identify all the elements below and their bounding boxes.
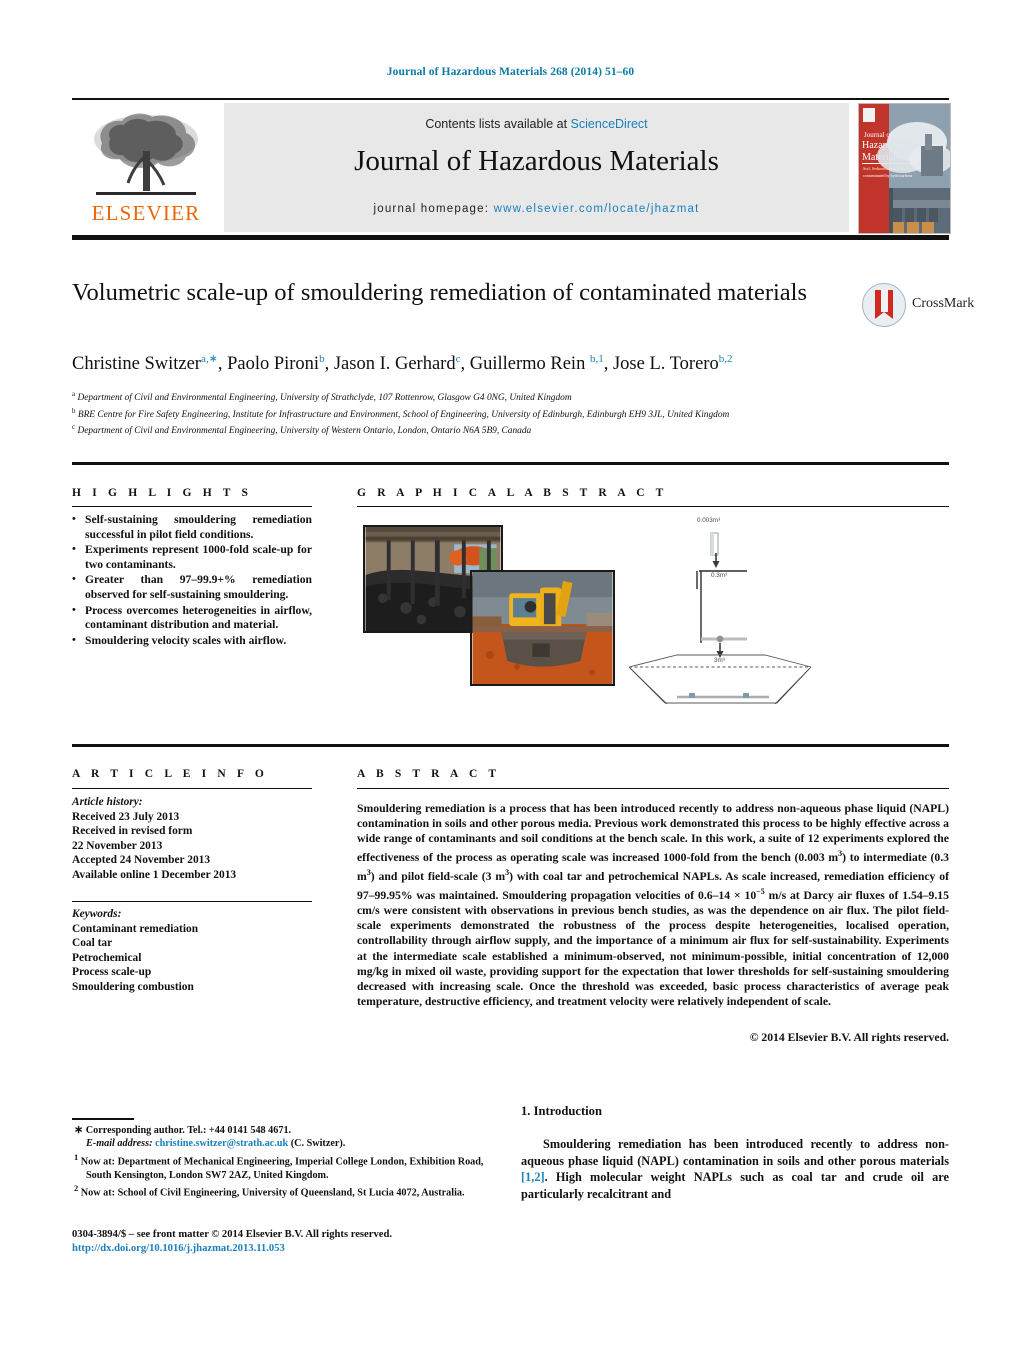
doi-link[interactable]: http://dx.doi.org/10.1016/j.jhazmat.2013… bbox=[72, 1243, 285, 1254]
abstract-copyright: © 2014 Elsevier B.V. All rights reserved… bbox=[749, 1031, 949, 1044]
article-history-label: Article history: bbox=[72, 796, 143, 808]
running-head: Journal of Hazardous Materials 268 (2014… bbox=[386, 66, 635, 78]
diagram-label-pilot: 3m³ bbox=[714, 657, 725, 664]
sciencedirect-link[interactable]: ScienceDirect bbox=[571, 117, 648, 131]
footnotes: ∗ Corresponding author. Tel.: +44 0141 5… bbox=[72, 1124, 492, 1200]
crossmark-badge[interactable]: CrossMark bbox=[862, 283, 974, 329]
introduction-paragraph: Smouldering remediation has been introdu… bbox=[521, 1136, 949, 1202]
affiliation-c-text: Department of Civil and Environmental En… bbox=[77, 426, 532, 437]
article-info-heading: A R T I C L E I N F O bbox=[72, 768, 268, 780]
article-history-item: Available online 1 December 2013 bbox=[72, 868, 237, 881]
introduction-text: Smouldering remediation has been introdu… bbox=[521, 1137, 949, 1201]
article-history-item: Received 23 July 2013 bbox=[72, 810, 180, 823]
svg-text:contaminated by hydrocarbons: contaminated by hydrocarbons bbox=[863, 173, 913, 178]
author-note-1: 1 Now at: Department of Mechanical Engin… bbox=[72, 1151, 492, 1182]
graphical-abstract-heading: G R A P H I C A L A B S T R A C T bbox=[357, 487, 668, 499]
affiliation-mark-b: b bbox=[72, 406, 76, 415]
masthead-bottom-rule bbox=[72, 235, 949, 240]
masthead-top-rule bbox=[72, 98, 949, 100]
keyword-item: Contaminant remediation bbox=[72, 922, 199, 935]
email-suffix: (C. Switzer). bbox=[290, 1138, 346, 1150]
elsevier-wordmark: ELSEVIER bbox=[91, 201, 201, 225]
homepage-prefix: journal homepage: bbox=[373, 203, 490, 215]
note-2-text: Now at: School of Civil Engineering, Uni… bbox=[80, 1187, 465, 1199]
email-label: E-mail address: bbox=[86, 1138, 153, 1150]
abstract-text: Smouldering remediation is a process tha… bbox=[357, 802, 949, 1008]
keyword-item: Petrochemical bbox=[72, 951, 142, 964]
contents-available-line: Contents lists available at ScienceDirec… bbox=[224, 117, 849, 131]
corresponding-author-note: ∗ Corresponding author. Tel.: +44 0141 5… bbox=[74, 1124, 292, 1136]
affiliation-mark-a: a bbox=[72, 390, 76, 398]
list-item: Experiments represent 1000-fold scale-up… bbox=[72, 542, 312, 572]
elsevier-logo: ELSEVIER bbox=[72, 103, 220, 232]
journal-cover-art: Journal of Hazardous Materials Soil, Sed… bbox=[859, 104, 950, 233]
note-1-text: Now at: Department of Mechanical Enginee… bbox=[80, 1156, 484, 1181]
note-2-mark: 2 bbox=[74, 1183, 79, 1194]
article-info: Article history: Received 23 July 2013 R… bbox=[72, 795, 312, 883]
article-history-item: 22 November 2013 bbox=[72, 839, 163, 852]
affiliation-a: a Department of Civil and Environmental … bbox=[72, 388, 862, 405]
abstract-section-rule bbox=[72, 744, 949, 748]
imprint-issn-line: 0304-3894/$ – see front matter © 2014 El… bbox=[72, 1229, 392, 1240]
page-title: Volumetric scale-up of smouldering remed… bbox=[72, 279, 807, 306]
article-history-item: Accepted 24 November 2013 bbox=[72, 854, 211, 867]
keyword-item: Coal tar bbox=[72, 937, 113, 950]
scale-up-diagram: 0.003m³ 0.3m³ 3m³ bbox=[619, 515, 819, 705]
excavator-photo-art bbox=[472, 572, 613, 684]
keywords-divider bbox=[72, 901, 312, 903]
paper-page: Journal of Hazardous Materials 268 (2014… bbox=[0, 0, 1021, 1351]
highlights-heading: H I G H L I G H T S bbox=[72, 487, 253, 499]
author-list: Christine Switzera,∗, Paolo Pironib, Jas… bbox=[72, 353, 733, 375]
introduction-heading: 1. Introduction bbox=[521, 1104, 602, 1118]
crossmark-label: CrossMark bbox=[912, 296, 975, 311]
email-note: E-mail address: christine.switzer@strath… bbox=[72, 1137, 492, 1150]
article-history-item: Received in revised form bbox=[72, 825, 193, 838]
elsevier-tree-icon bbox=[94, 113, 198, 195]
graphical-abstract-heading-rule bbox=[357, 506, 949, 508]
affiliation-mark-c: c bbox=[72, 423, 76, 432]
journal-homepage-line: journal homepage: www.elsevier.com/locat… bbox=[224, 203, 849, 215]
affiliations: a Department of Civil and Environmental … bbox=[72, 388, 862, 438]
affiliation-a-text: Department of Civil and Environmental En… bbox=[77, 393, 572, 404]
abstract-heading-rule bbox=[357, 788, 949, 790]
article-info-heading-rule bbox=[72, 788, 312, 790]
journal-masthead: ELSEVIER Contents lists available at Sci… bbox=[72, 103, 951, 234]
diagram-label-bench: 0.003m³ bbox=[697, 517, 721, 524]
highlights-section-rule bbox=[72, 462, 949, 466]
keywords-block: Keywords: Contaminant remediation Coal t… bbox=[72, 907, 312, 995]
masthead-panel: Contents lists available at ScienceDirec… bbox=[224, 103, 849, 232]
list-item: Process overcomes heterogeneities in air… bbox=[72, 603, 312, 633]
journal-homepage-link[interactable]: www.elsevier.com/locate/jhazmat bbox=[494, 203, 700, 215]
affiliation-b-text: BRE Centre for Fire Safety Engineering, … bbox=[77, 409, 730, 420]
excavator-photo bbox=[470, 570, 615, 686]
graphical-abstract: 0.003m³ 0.3m³ 3m³ bbox=[357, 513, 949, 713]
contents-prefix: Contents lists available at bbox=[425, 117, 571, 131]
affiliation-b: b BRE Centre for Fire Safety Engineering… bbox=[72, 405, 862, 422]
keyword-item: Process scale-up bbox=[72, 966, 152, 979]
list-item: Smouldering velocity scales with airflow… bbox=[72, 633, 312, 649]
highlights-heading-rule bbox=[72, 506, 312, 508]
journal-cover-thumbnail: Journal of Hazardous Materials Soil, Sed… bbox=[858, 103, 951, 234]
note-1-mark: 1 bbox=[74, 1151, 79, 1162]
abstract-heading: A B S T R A C T bbox=[357, 768, 501, 780]
scale-up-diagram-art bbox=[628, 532, 812, 705]
affiliation-c: c Department of Civil and Environmental … bbox=[72, 421, 862, 438]
footnote-rule bbox=[72, 1118, 134, 1120]
diagram-label-intermediate: 0.3m³ bbox=[711, 572, 728, 579]
highlights-list: Self-sustaining smouldering remediation … bbox=[72, 512, 312, 649]
author-note-2: 2 Now at: School of Civil Engineering, U… bbox=[72, 1182, 492, 1200]
list-item: Greater than 97–99.9+% remediation obser… bbox=[72, 572, 312, 602]
keywords-label: Keywords: bbox=[72, 908, 122, 920]
keyword-item: Smouldering combustion bbox=[72, 980, 194, 993]
list-item: Self-sustaining smouldering remediation … bbox=[72, 512, 312, 542]
email-link[interactable]: christine.switzer@strath.ac.uk bbox=[155, 1138, 288, 1149]
crossmark-bookmark-inner-icon bbox=[880, 290, 888, 312]
journal-title: Journal of Hazardous Materials bbox=[354, 145, 719, 177]
